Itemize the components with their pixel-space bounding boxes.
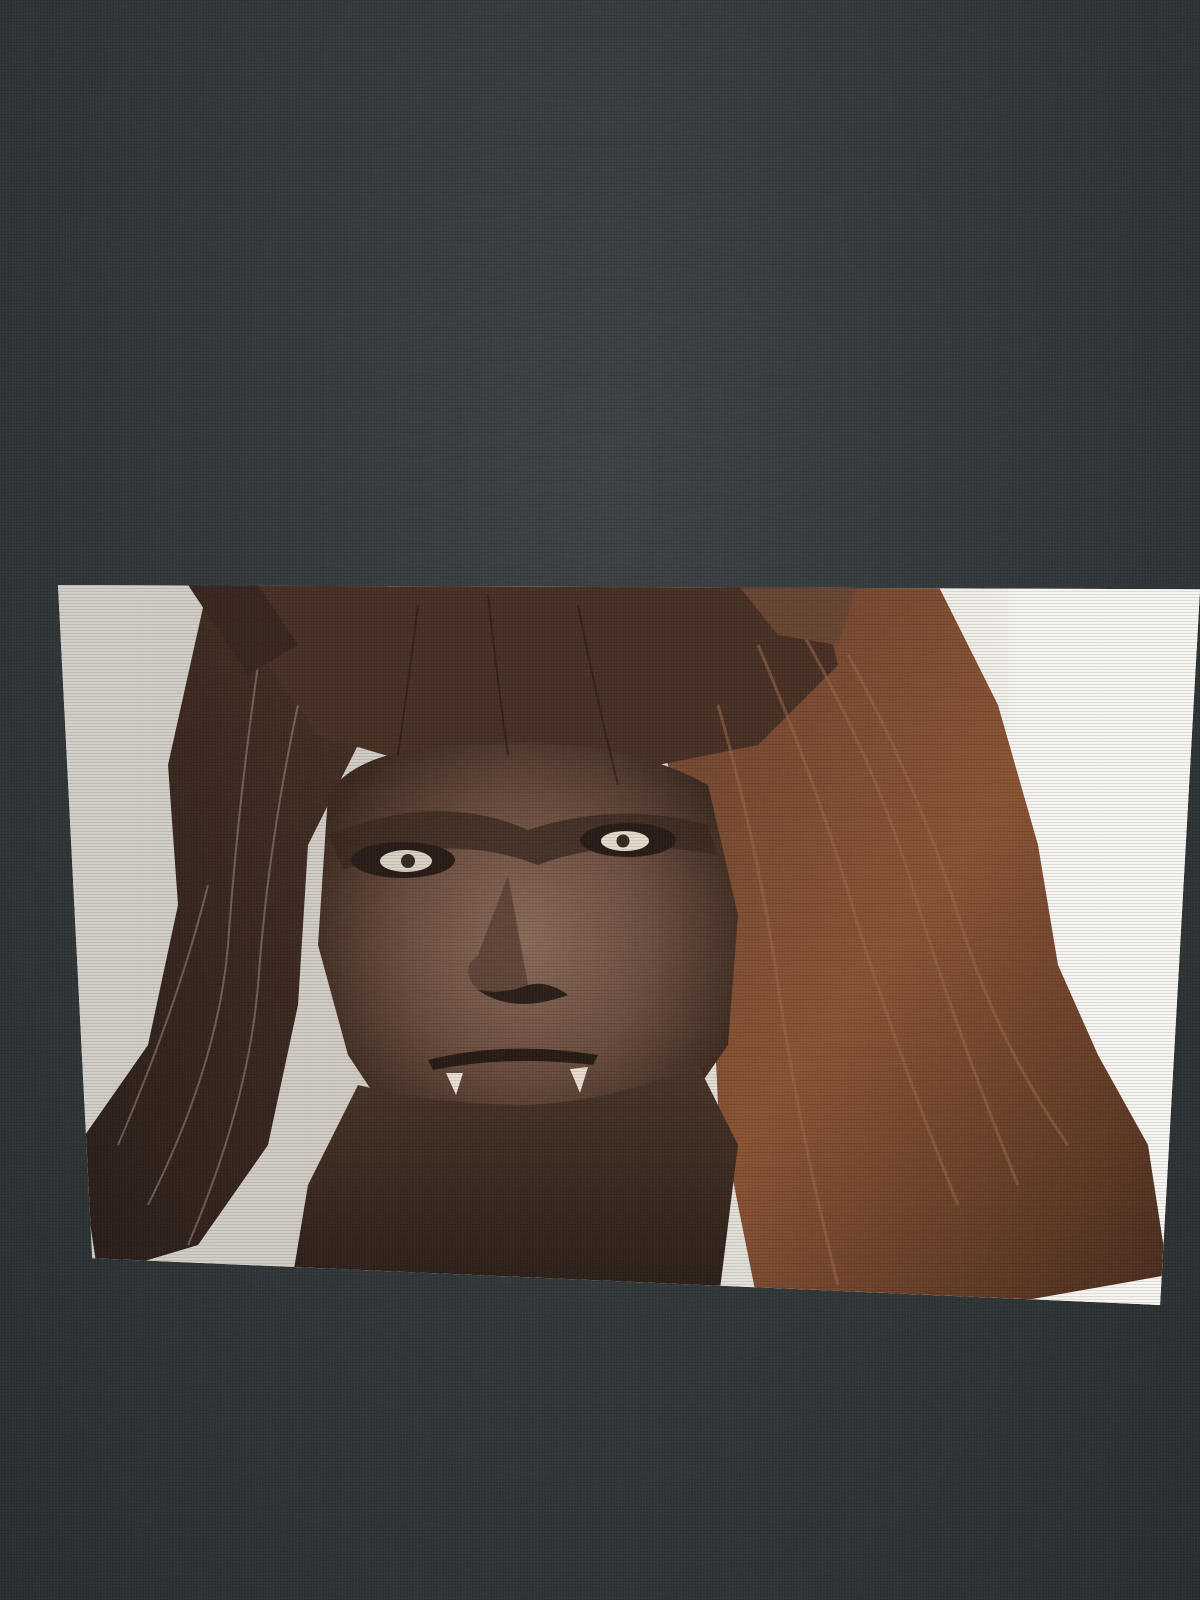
monitor-screen <box>0 0 1200 1600</box>
beast-portrait-image <box>58 585 1200 1305</box>
displayed-photo <box>58 585 1200 1305</box>
